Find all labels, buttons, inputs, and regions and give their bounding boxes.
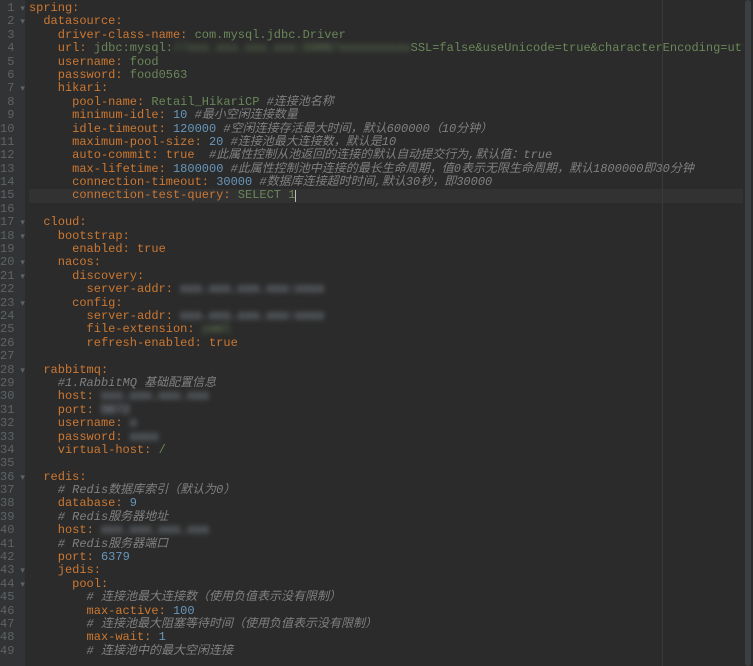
line-number: 24: [0, 310, 14, 323]
code-line[interactable]: refresh-enabled: true: [29, 337, 753, 350]
line-number: 13: [0, 163, 14, 176]
line-number: 33: [0, 431, 14, 444]
code-line[interactable]: idle-timeout: 120000 #空闲连接存活最大时间，默认60000…: [29, 123, 753, 136]
code-line[interactable]: spring:: [29, 2, 753, 15]
line-number: 1: [0, 2, 14, 15]
line-number: 45: [0, 591, 14, 604]
line-number: 26: [0, 337, 14, 350]
line-number: 40: [0, 524, 14, 537]
line-number: 48: [0, 631, 14, 644]
code-line[interactable]: port: 6379: [29, 551, 753, 564]
code-line[interactable]: bootstrap:: [29, 230, 753, 243]
line-number: 11: [0, 136, 14, 149]
code-editor[interactable]: 1234567891011121314151617181920212223242…: [0, 0, 753, 666]
line-number: 18: [0, 230, 14, 243]
line-number: 43: [0, 564, 14, 577]
code-line[interactable]: cloud:: [29, 216, 753, 229]
code-line[interactable]: [29, 350, 753, 363]
line-number: 28: [0, 364, 14, 377]
line-number: 5: [0, 56, 14, 69]
code-line[interactable]: database: 9: [29, 497, 753, 510]
code-line[interactable]: [29, 457, 753, 470]
code-line[interactable]: hikari:: [29, 82, 753, 95]
line-number: 20: [0, 256, 14, 269]
line-number: 7: [0, 82, 14, 95]
line-number-gutter: 1234567891011121314151617181920212223242…: [0, 0, 20, 666]
right-margin-guide: [662, 0, 663, 666]
line-number: 41: [0, 538, 14, 551]
code-line[interactable]: password: xxxx: [29, 431, 753, 444]
code-line[interactable]: # 连接池最大阻塞等待时间（使用负值表示没有限制）: [29, 618, 753, 631]
line-number: 34: [0, 444, 14, 457]
code-line[interactable]: #1.RabbitMQ 基础配置信息: [29, 377, 753, 390]
line-number: 37: [0, 484, 14, 497]
line-number: 47: [0, 618, 14, 631]
code-area[interactable]: spring: datasource: driver-class-name: c…: [25, 0, 753, 666]
line-number: 6: [0, 69, 14, 82]
code-line[interactable]: # 连接池最大连接数（使用负值表示没有限制）: [29, 591, 753, 604]
code-line[interactable]: virtual-host: /: [29, 444, 753, 457]
line-number: 3: [0, 29, 14, 42]
code-line[interactable]: server-addr: xxx.xxx.xxx.xxx:xxxx: [29, 283, 753, 296]
line-number: 49: [0, 645, 14, 658]
code-line[interactable]: # 连接池中的最大空闲连接: [29, 645, 753, 658]
code-line[interactable]: # Redis数据库索引（默认为0）: [29, 484, 753, 497]
code-line[interactable]: max-wait: 1: [29, 631, 753, 644]
line-number: 19: [0, 243, 14, 256]
code-line[interactable]: url: jdbc:mysql://xxx.xxx.xxx.xxx:3306/x…: [29, 42, 753, 55]
line-number: 23: [0, 297, 14, 310]
line-number: 38: [0, 497, 14, 510]
vertical-scrollbar[interactable]: [743, 0, 753, 666]
code-line[interactable]: connection-timeout: 30000 #数据库连接超时时间,默认3…: [29, 176, 753, 189]
line-number: 27: [0, 350, 14, 363]
code-line[interactable]: server-addr: xxx.xxx.xxx.xxx:xxxx: [29, 310, 753, 323]
line-number: 46: [0, 605, 14, 618]
code-line[interactable]: [29, 203, 753, 216]
code-line[interactable]: connection-test-query: SELECT 1: [29, 189, 753, 202]
line-number: 36: [0, 471, 14, 484]
code-line[interactable]: username: x: [29, 417, 753, 430]
code-line[interactable]: password: food0563: [29, 69, 753, 82]
code-line[interactable]: minimum-idle: 10 #最小空闲连接数量: [29, 109, 753, 122]
code-line[interactable]: auto-commit: true #此属性控制从池返回的连接的默认自动提交行为…: [29, 149, 753, 162]
code-line[interactable]: # Redis服务器地址: [29, 511, 753, 524]
code-line[interactable]: # Redis服务器端口: [29, 538, 753, 551]
line-number: 9: [0, 109, 14, 122]
code-line[interactable]: port: 5672: [29, 404, 753, 417]
code-line[interactable]: enabled: true: [29, 243, 753, 256]
line-number: 25: [0, 323, 14, 336]
code-line[interactable]: rabbitmq:: [29, 364, 753, 377]
line-number: 22: [0, 283, 14, 296]
line-number: 42: [0, 551, 14, 564]
code-line[interactable]: host: xxx.xxx.xxx.xxx: [29, 390, 753, 403]
code-line[interactable]: datasource:: [29, 15, 753, 28]
line-number: 4: [0, 42, 14, 55]
code-line[interactable]: username: food: [29, 56, 753, 69]
line-number: 16: [0, 203, 14, 216]
line-number: 21: [0, 270, 14, 283]
code-line[interactable]: config:: [29, 297, 753, 310]
line-number: 8: [0, 96, 14, 109]
code-line[interactable]: host: xxx.xxx.xxx.xxx: [29, 524, 753, 537]
line-number: 30: [0, 390, 14, 403]
code-line[interactable]: nacos:: [29, 256, 753, 269]
line-number: 14: [0, 176, 14, 189]
code-line[interactable]: discovery:: [29, 270, 753, 283]
code-line[interactable]: max-active: 100: [29, 605, 753, 618]
line-number: 32: [0, 417, 14, 430]
code-line[interactable]: driver-class-name: com.mysql.jdbc.Driver: [29, 29, 753, 42]
line-number: 17: [0, 216, 14, 229]
code-line[interactable]: file-extension: yaml: [29, 323, 753, 336]
line-number: 39: [0, 511, 14, 524]
line-number: 10: [0, 123, 14, 136]
line-number: 31: [0, 404, 14, 417]
line-number: 44: [0, 578, 14, 591]
line-number: 15: [0, 189, 14, 202]
line-number: 35: [0, 457, 14, 470]
line-number: 12: [0, 149, 14, 162]
scrollbar-track: [745, 0, 751, 666]
line-number: 29: [0, 377, 14, 390]
code-line[interactable]: jedis:: [29, 564, 753, 577]
line-number: 2: [0, 15, 14, 28]
